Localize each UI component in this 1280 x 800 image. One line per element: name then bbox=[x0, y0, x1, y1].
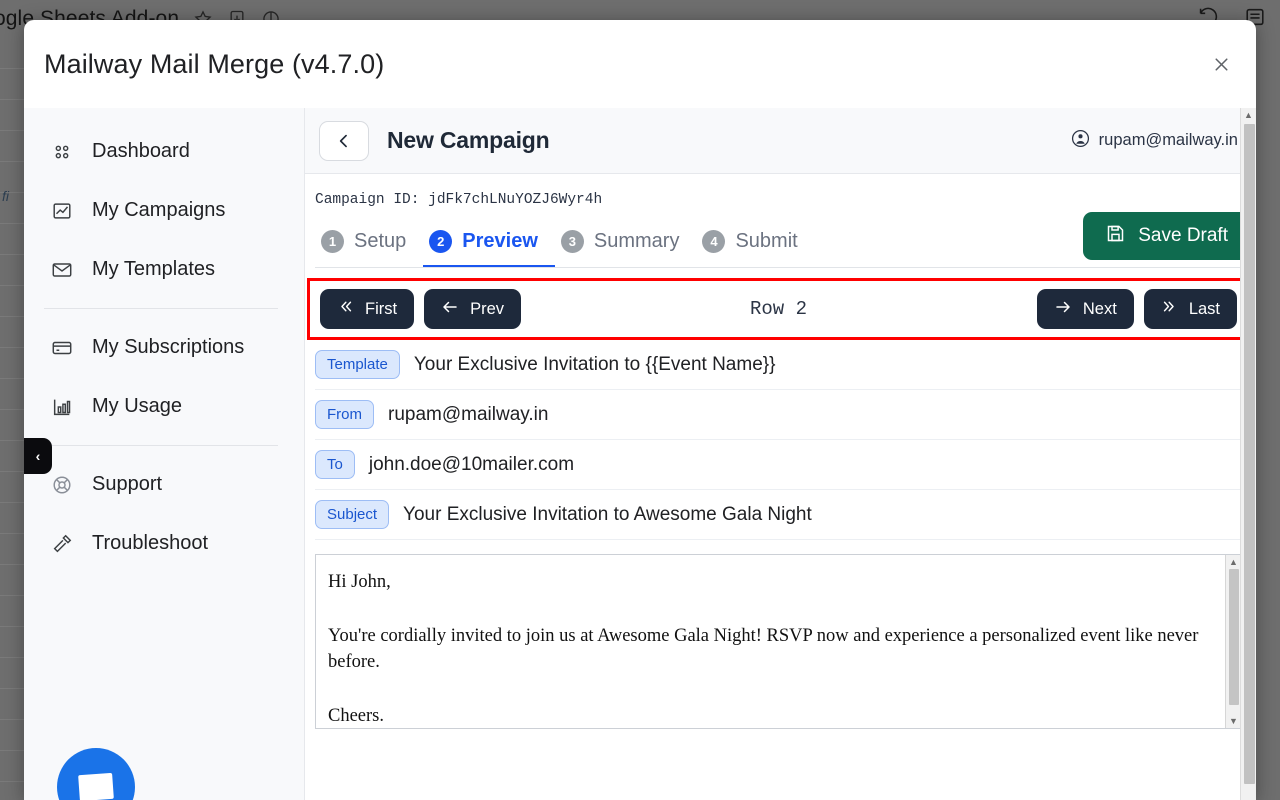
sidebar-item-my-usage[interactable]: My Usage bbox=[24, 377, 304, 436]
next-row-button[interactable]: Next bbox=[1036, 289, 1134, 329]
tab-label: Setup bbox=[354, 229, 407, 252]
scroll-up-icon[interactable]: ▲ bbox=[1229, 557, 1238, 567]
save-draft-button[interactable]: Save Draft bbox=[1083, 212, 1250, 260]
page-scroll-up-icon[interactable]: ▲ bbox=[1241, 108, 1256, 122]
field-value: john.doe@10mailer.com bbox=[368, 453, 575, 475]
step-number: 3 bbox=[560, 229, 584, 253]
content-panel: New Campaign rupam@mailway.in Campaign I… bbox=[304, 108, 1256, 800]
sidebar-item-my-campaigns[interactable]: My Campaigns bbox=[24, 181, 304, 240]
tab-label: Submit bbox=[735, 229, 798, 252]
sidebar-item-my-subscriptions[interactable]: My Subscriptions bbox=[24, 318, 304, 377]
double-chevron-left-icon bbox=[337, 298, 354, 320]
tabs-underline bbox=[315, 267, 1250, 268]
last-label: Last bbox=[1188, 299, 1220, 318]
lifebuoy-icon bbox=[50, 473, 74, 497]
dashboard-grid-icon bbox=[50, 140, 74, 164]
field-row-from: From rupam@mailway.in bbox=[315, 390, 1242, 440]
email-body-text: Hi John, You're cordially invited to joi… bbox=[328, 572, 1199, 727]
tab-label: Summary bbox=[593, 229, 680, 252]
field-value: rupam@mailway.in bbox=[388, 403, 549, 425]
step-number: 4 bbox=[702, 229, 726, 253]
credit-card-icon bbox=[50, 336, 74, 360]
sidebar-item-label: Troubleshoot bbox=[92, 532, 208, 554]
page-scroll-thumb[interactable] bbox=[1244, 124, 1255, 784]
field-chip: To bbox=[315, 450, 355, 479]
field-chip: From bbox=[315, 400, 374, 429]
tab-summary[interactable]: 3 Summary bbox=[555, 214, 697, 268]
last-row-button[interactable]: Last bbox=[1143, 289, 1237, 329]
field-row-subject: Subject Your Exclusive Invitation to Awe… bbox=[315, 490, 1242, 540]
sidebar-collapse-toggle[interactable]: ‹ bbox=[24, 438, 52, 474]
arrow-left-icon bbox=[441, 298, 459, 321]
arrow-right-icon bbox=[1054, 298, 1072, 321]
close-icon[interactable] bbox=[1206, 49, 1236, 79]
back-button[interactable] bbox=[319, 120, 369, 161]
campaign-id: Campaign ID: jdFk7chLNuYOZJ6Wyr4h bbox=[315, 192, 603, 208]
sidebar-item-dashboard[interactable]: Dashboard bbox=[24, 122, 304, 181]
prev-row-button[interactable]: Prev bbox=[424, 289, 522, 329]
modal-body: Dashboard My Campaigns My Templates My S… bbox=[24, 108, 1256, 800]
body-scroll-thumb[interactable] bbox=[1229, 569, 1239, 705]
step-number: 2 bbox=[429, 229, 453, 253]
save-icon bbox=[1105, 223, 1126, 250]
step-number: 1 bbox=[321, 229, 344, 253]
step-tabs-row: 1 Setup 2 Preview 3 Summary 4 Submit Sav… bbox=[305, 212, 1256, 268]
email-body-preview: Hi John, You're cordially invited to joi… bbox=[315, 554, 1242, 729]
tab-label: Preview bbox=[462, 229, 538, 252]
account-email: rupam@mailway.in bbox=[1098, 131, 1238, 149]
sidebar-item-label: Support bbox=[92, 473, 163, 495]
sidebar-item-label: My Usage bbox=[92, 395, 183, 417]
bar-chart-icon bbox=[50, 395, 74, 419]
sidebar-item-troubleshoot[interactable]: Troubleshoot bbox=[24, 514, 304, 573]
sidebar: Dashboard My Campaigns My Templates My S… bbox=[24, 108, 304, 800]
prev-label: Prev bbox=[470, 299, 505, 318]
row-nav-left-group: First Prev bbox=[320, 289, 522, 329]
next-label: Next bbox=[1082, 299, 1117, 318]
tab-submit[interactable]: 4 Submit bbox=[696, 214, 814, 268]
first-label: First bbox=[365, 299, 398, 318]
mail-merge-modal: Mailway Mail Merge (v4.7.0) Dashboard My… bbox=[24, 20, 1256, 800]
person-icon bbox=[1071, 129, 1090, 153]
sidebar-divider bbox=[44, 445, 278, 446]
row-navigation-bar: First Prev Row 2 Next Last bbox=[307, 278, 1250, 340]
sidebar-item-label: Dashboard bbox=[92, 140, 190, 162]
field-row-template: Template Your Exclusive Invitation to {{… bbox=[315, 340, 1242, 390]
preview-fields: Template Your Exclusive Invitation to {{… bbox=[305, 340, 1256, 540]
tab-preview[interactable]: 2 Preview bbox=[423, 214, 555, 268]
scroll-down-icon[interactable]: ▼ bbox=[1229, 716, 1238, 726]
field-value: Your Exclusive Invitation to {{Event Nam… bbox=[413, 353, 776, 375]
account-menu[interactable]: rupam@mailway.in bbox=[1071, 129, 1238, 153]
app-bar: New Campaign rupam@mailway.in bbox=[305, 108, 1256, 174]
field-row-to: To john.doe@10mailer.com bbox=[315, 440, 1242, 490]
line-chart-icon bbox=[50, 199, 74, 223]
save-draft-label: Save Draft bbox=[1138, 225, 1228, 246]
field-chip: Template bbox=[315, 350, 400, 379]
sidebar-item-my-templates[interactable]: My Templates bbox=[24, 240, 304, 299]
background-cell-fragment: fi bbox=[2, 188, 9, 204]
modal-title: Mailway Mail Merge (v4.7.0) bbox=[44, 48, 385, 79]
envelope-icon bbox=[50, 258, 74, 282]
body-scrollbar[interactable]: ▲ ▼ bbox=[1225, 555, 1241, 728]
row-nav-right-group: Next Last bbox=[1036, 289, 1237, 329]
fab-glyph bbox=[78, 772, 114, 800]
hammer-icon bbox=[50, 532, 74, 556]
step-tabs: 1 Setup 2 Preview 3 Summary 4 Submit bbox=[315, 214, 815, 268]
page-scrollbar[interactable]: ▲ bbox=[1240, 108, 1256, 800]
tab-setup[interactable]: 1 Setup bbox=[315, 214, 423, 268]
first-row-button[interactable]: First bbox=[320, 289, 415, 329]
sidebar-divider bbox=[44, 308, 278, 309]
sidebar-item-label: My Campaigns bbox=[92, 199, 226, 221]
sidebar-item-label: My Templates bbox=[92, 258, 216, 280]
field-value: Your Exclusive Invitation to Awesome Gal… bbox=[403, 503, 812, 525]
double-chevron-right-icon bbox=[1161, 298, 1178, 320]
modal-header: Mailway Mail Merge (v4.7.0) bbox=[24, 20, 1256, 108]
field-chip: Subject bbox=[315, 500, 390, 529]
help-fab-button[interactable] bbox=[57, 748, 135, 800]
sidebar-item-label: My Subscriptions bbox=[92, 336, 245, 358]
page-title: New Campaign bbox=[387, 127, 550, 153]
sidebar-item-support[interactable]: Support bbox=[24, 455, 304, 514]
